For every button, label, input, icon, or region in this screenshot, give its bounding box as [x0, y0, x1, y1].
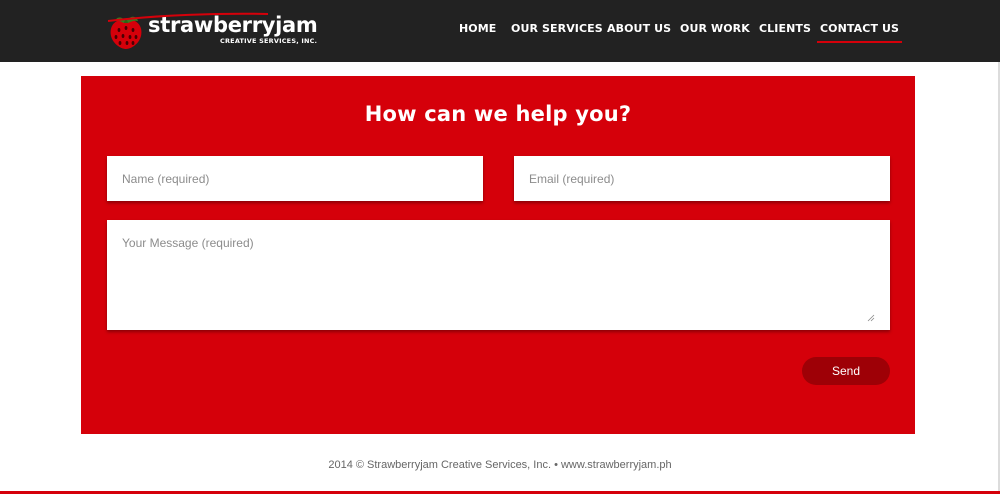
resize-grip-icon[interactable] [867, 314, 875, 322]
nav-about-us[interactable]: ABOUT US [607, 21, 671, 41]
page: strawberryjam CREATIVE SERVICES, INC. HO… [0, 0, 1000, 494]
nav-home[interactable]: HOME [459, 21, 496, 41]
form-title: How can we help you? [364, 102, 632, 126]
nav-contact-us[interactable]: CONTACT US [817, 21, 903, 43]
nav-clients[interactable]: CLIENTS [759, 21, 811, 41]
contact-form-panel: How can we help you? Send [81, 76, 915, 434]
message-textarea[interactable] [107, 220, 890, 330]
site-header: strawberryjam CREATIVE SERVICES, INC. HO… [0, 0, 1000, 62]
main-nav: HOME OUR SERVICES ABOUT US OUR WORK CLIE… [0, 0, 1000, 62]
name-input[interactable] [107, 156, 483, 201]
footer-copyright: 2014 © Strawberryjam Creative Services, … [328, 459, 672, 471]
send-button[interactable]: Send [802, 357, 890, 385]
nav-our-work[interactable]: OUR WORK [680, 21, 750, 41]
email-input[interactable] [514, 156, 890, 201]
nav-our-services[interactable]: OUR SERVICES [511, 21, 603, 41]
